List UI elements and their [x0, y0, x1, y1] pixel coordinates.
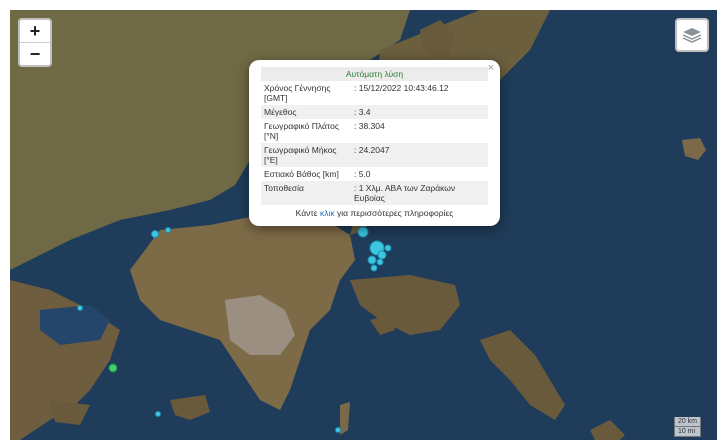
quake-marker — [384, 244, 392, 252]
popup-row-value: : 24.2047 — [351, 143, 488, 167]
popup-row: Χρόνος Γέννησης [GMT] : 15/12/2022 10:43:… — [261, 81, 488, 105]
zoom-out-button[interactable]: − — [20, 42, 50, 65]
quake-marker — [377, 250, 387, 260]
popup-more-info: Κάντε κλικ για περισσότερες πληροφορίες — [261, 205, 488, 218]
quake-marker — [367, 255, 377, 265]
zoom-in-button[interactable]: + — [20, 20, 50, 42]
more-prefix: Κάντε — [295, 208, 318, 218]
quake-marker — [335, 427, 341, 433]
popup-title: Αυτόματη λύση — [261, 67, 488, 81]
popup-row: Εστιακό Βάθος [km] : 5.0 — [261, 167, 488, 181]
quake-marker — [370, 264, 378, 272]
popup-close-button[interactable]: × — [488, 62, 494, 74]
popup-row-label: Εστιακό Βάθος [km] — [264, 169, 339, 179]
quake-marker — [165, 227, 171, 233]
quake-marker — [155, 411, 161, 417]
popup-row-value: : 38.304 — [354, 121, 385, 131]
map-view[interactable]: + − × Αυτόματη λύση Χρόνος Γέννησης [GMT… — [10, 10, 717, 440]
popup-row: Μέγεθος: 3.4 — [261, 105, 488, 119]
popup-row-label: Γεωγραφικό Πλάτος [°N] — [264, 121, 339, 141]
popup-row-value: : 5.0 — [354, 169, 371, 179]
layers-icon — [682, 28, 702, 43]
scale-km: 20 km — [673, 417, 701, 427]
popup-row-value: : 15/12/2022 10:43:46.12 — [354, 83, 449, 93]
popup-row-label: Τοποθεσία — [261, 181, 351, 205]
earthquake-popup: × Αυτόματη λύση Χρόνος Γέννησης [GMT] : 1… — [249, 60, 500, 226]
more-info-link[interactable]: κλικ — [320, 208, 335, 218]
popup-row-value: : 1 Χλμ. ΑΒΑ των Ζαράκων Ευβοίας — [351, 181, 488, 205]
zoom-control: + − — [18, 18, 52, 67]
quake-marker — [77, 305, 83, 311]
popup-table: Χρόνος Γέννησης [GMT] : 15/12/2022 10:43:… — [261, 81, 488, 205]
popup-row: Γεωγραφικό Πλάτος [°N] : 38.304 — [261, 119, 488, 143]
scale-bar: 20 km 10 mi — [673, 417, 701, 437]
popup-row-label: Μέγεθος — [261, 105, 351, 119]
quake-marker — [357, 226, 369, 238]
quake-marker — [376, 258, 384, 266]
popup-row-label: Χρόνος Γέννησης [GMT] — [264, 83, 331, 103]
popup-row: Γεωγραφικό Μήκος [°E]: 24.2047 — [261, 143, 488, 167]
layers-button[interactable] — [675, 18, 709, 52]
popup-row: Τοποθεσία: 1 Χλμ. ΑΒΑ των Ζαράκων Ευβοία… — [261, 181, 488, 205]
popup-row-value: : 3.4 — [351, 105, 488, 119]
popup-row-label: Γεωγραφικό Μήκος [°E] — [261, 143, 351, 167]
quake-marker — [151, 230, 159, 238]
more-suffix: για περισσότερες πληροφορίες — [336, 208, 454, 218]
scale-mi: 10 mi — [673, 427, 701, 437]
quake-marker — [108, 363, 118, 373]
